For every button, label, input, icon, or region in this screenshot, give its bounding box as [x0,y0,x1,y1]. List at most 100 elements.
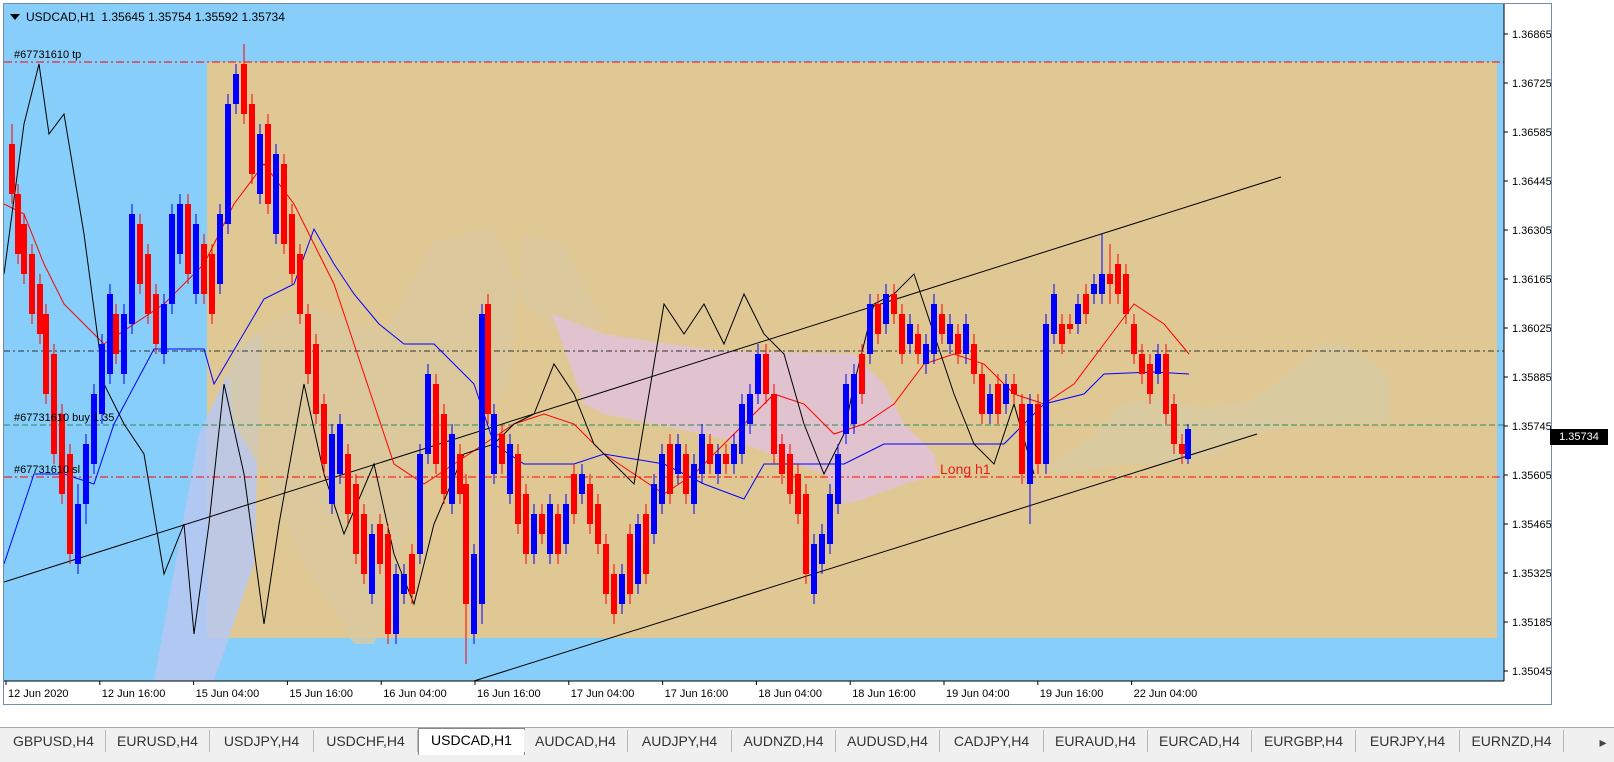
candle-body [595,504,601,544]
candle-body [971,344,977,374]
candle [433,374,439,474]
candle-body [691,464,697,504]
tab-audjpy-h4[interactable]: AUDJPY,H4 [628,730,732,752]
candle-body [531,514,537,554]
price-label: 1.36305 [1512,225,1551,237]
candle [393,564,399,644]
tab-eurcad-h4[interactable]: EURCAD,H4 [1148,730,1252,752]
time-label: 19 Jun 04:00 [946,688,1010,700]
candle [67,444,73,564]
candle [265,114,271,214]
chevron-right-icon[interactable]: ▸ [1596,734,1610,750]
time-label: 12 Jun 2020 [8,688,69,700]
candle-body [21,224,27,274]
time-label: 18 Jun 16:00 [852,688,916,700]
time-label: 16 Jun 04:00 [383,688,447,700]
tab-gbpusd-h4[interactable]: GBPUSD,H4 [2,730,106,752]
time-label: 17 Jun 04:00 [571,688,635,700]
candle-body [321,404,327,464]
tab-eurgbp-h4[interactable]: EURGBP,H4 [1252,730,1356,752]
candle-body [353,484,359,554]
time-label: 22 Jun 04:00 [1134,688,1198,700]
ohlc-values: 1.35645 1.35754 1.35592 1.35734 [101,10,285,24]
candle-body [555,514,561,554]
price-label: 1.36165 [1512,274,1551,286]
tab-cadjpy-h4[interactable]: CADJPY,H4 [940,730,1044,752]
tab-eurjpy-h4[interactable]: EURJPY,H4 [1356,730,1460,752]
candle-body [739,404,745,454]
candle-body [485,304,491,414]
candle-body [579,474,585,494]
tab-euraud-h4[interactable]: EURAUD,H4 [1044,730,1148,752]
candle-body [449,434,455,504]
candle-body [1155,354,1161,374]
candle-body [651,484,657,534]
candle-body [635,524,641,584]
tab-usdchf-h4[interactable]: USDCHF,H4 [314,730,418,752]
candle-body [153,294,159,344]
candle-body [209,254,215,314]
candle-body [963,324,969,354]
candle-body [161,304,167,354]
tab-audcad-h4[interactable]: AUDCAD,H4 [524,730,628,752]
candle-body [1163,354,1169,414]
collapse-icon[interactable] [10,14,20,20]
symbol-tab-bar: GBPUSD,H4 EURUSD,H4 USDJPY,H4 USDCHF,H4 USDC… [0,727,1614,762]
candle-body [923,344,929,364]
price-label: 1.35045 [1512,666,1551,678]
candle [867,294,873,364]
candle-body [15,194,21,254]
candle-body [1003,384,1009,404]
candle [107,284,113,384]
candle [449,424,455,514]
candle-body [337,424,343,474]
candle [29,244,35,324]
candle [771,384,777,464]
current-price-tag: 1.35734 [1550,429,1608,445]
candle-body [107,294,113,374]
candle [91,384,97,474]
candle [297,244,303,324]
candle [273,144,279,244]
candle-body [979,374,985,414]
candle-body [1185,429,1191,459]
tab-audnzd-h4[interactable]: AUDNZD,H4 [732,730,836,752]
candle-body [1099,274,1105,294]
candle-body [819,534,825,564]
candle-body [385,534,391,634]
candle-body [675,444,681,474]
candle-body [471,554,477,634]
tab-eurusd-h4[interactable]: EURUSD,H4 [106,730,210,752]
candle-body [1067,324,1073,329]
candle [281,154,287,254]
time-label: 16 Jun 16:00 [477,688,541,700]
tab-usdcad-h1[interactable]: USDCAD,H1 [418,728,525,755]
candle-body [499,434,505,464]
candle [1035,394,1041,474]
candle-body [377,524,383,564]
candle-body [1171,404,1177,444]
candle-body [571,474,577,514]
candle-body [587,484,593,524]
tab-eurnzd-h4[interactable]: EURNZD,H4 [1460,730,1564,752]
candle-body [851,374,857,424]
candle-body [479,314,485,604]
candle [507,434,513,504]
candle-body [177,204,183,254]
candle [169,204,175,314]
candle [1019,394,1025,484]
price-chart[interactable]: 1.36865 1.36725 1.36585 1.36445 1.36305 1.361… [4,4,1551,704]
candle-body [859,354,865,394]
candle-body [1123,274,1129,314]
candle-body [715,454,721,474]
buy-label: #67731610 buy 1.35 [14,412,114,424]
tab-audusd-h4[interactable]: AUDUSD,H4 [836,730,940,752]
candle [835,444,841,514]
chart-window[interactable]: 1.36865 1.36725 1.36585 1.36445 1.36305 1.361… [3,3,1552,705]
candle-body [169,214,175,304]
candle [627,524,633,604]
candle-body [37,284,43,334]
candle [425,364,431,464]
candle [491,404,497,484]
tab-usdjpy-h4[interactable]: USDJPY,H4 [210,730,314,752]
